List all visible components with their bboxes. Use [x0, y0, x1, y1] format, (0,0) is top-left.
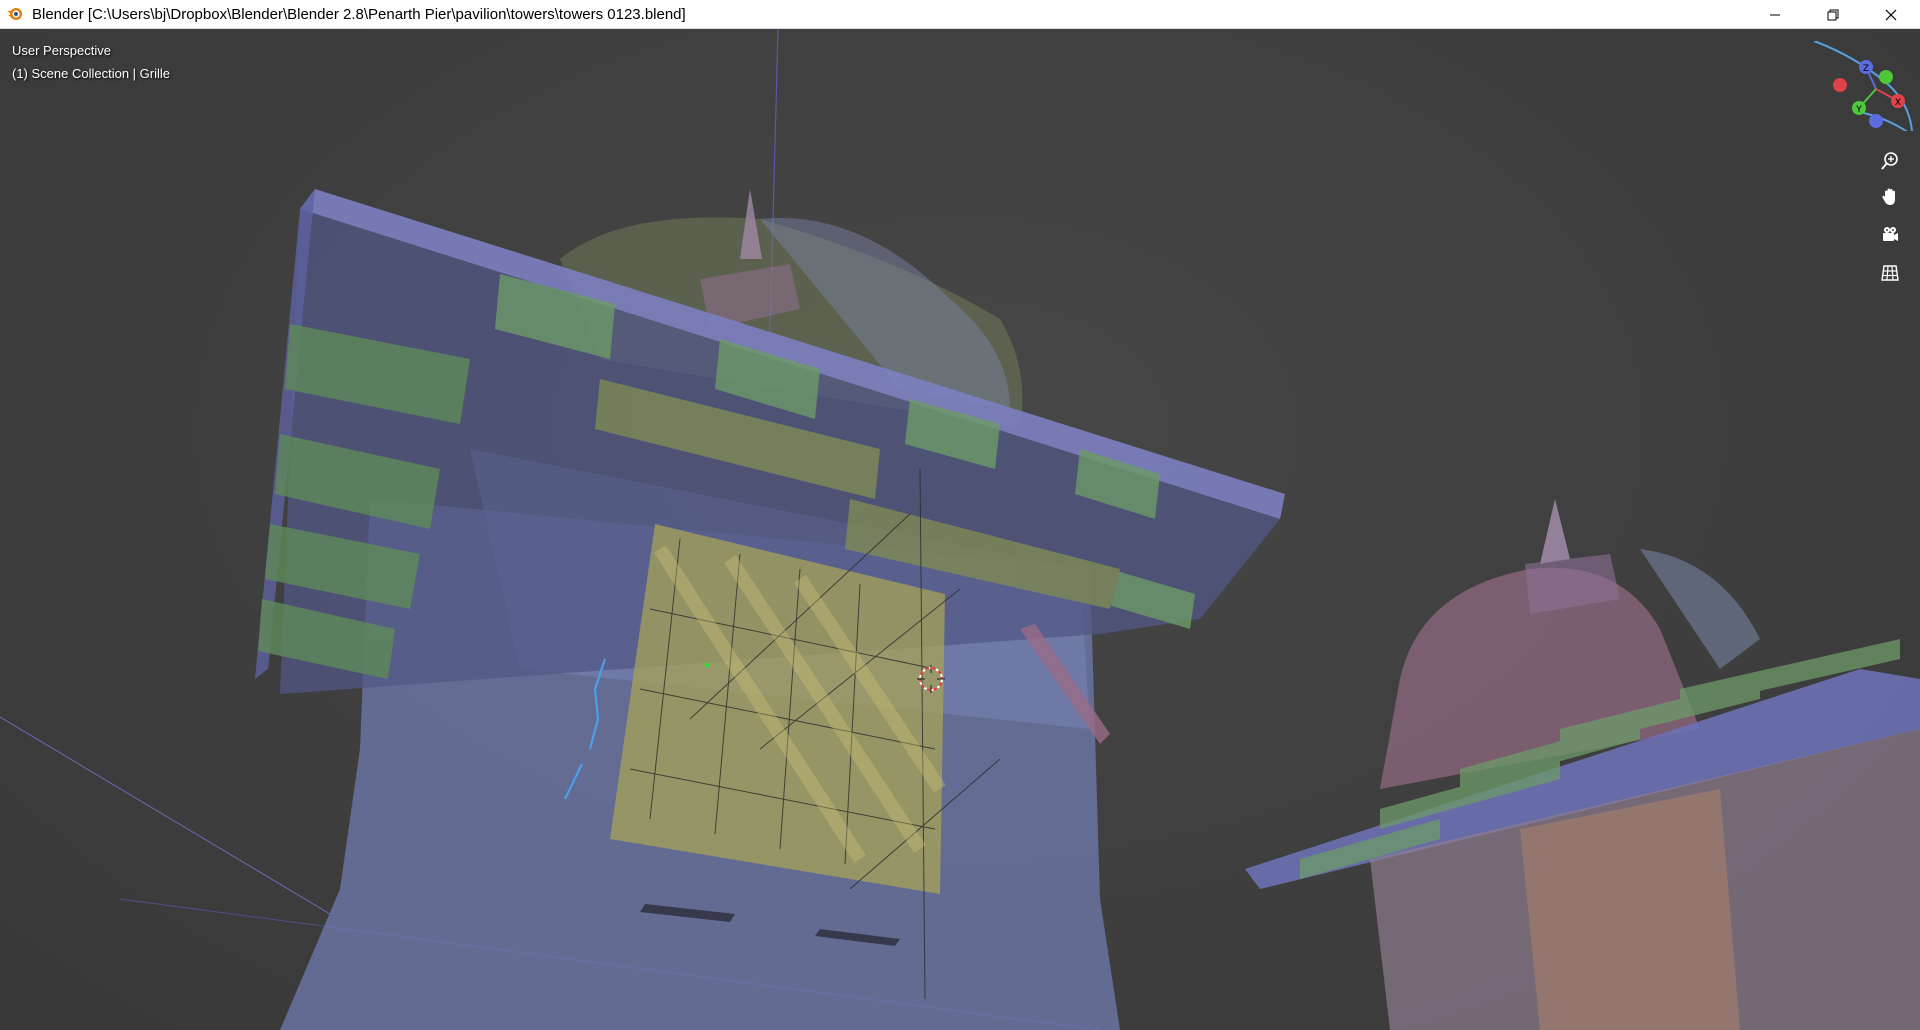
view-name-label: User Perspective — [12, 43, 111, 58]
zoom-button[interactable] — [1876, 147, 1904, 175]
gizmo-annotation-stroke — [1813, 40, 1913, 132]
gizmo-y-label: Y — [1855, 105, 1862, 115]
pan-hand-icon — [1882, 188, 1895, 205]
window-title: Blender [C:\Users\bj\Dropbox\Blender\Ble… — [32, 5, 686, 23]
minimize-button[interactable] — [1746, 0, 1804, 29]
gizmo-x-label: X — [1895, 98, 1901, 108]
blender-logo-icon — [6, 5, 24, 23]
navigation-gizmo[interactable]: Z X Y — [1813, 40, 1914, 134]
ortho-grid-icon — [1881, 265, 1899, 281]
3d-viewport[interactable]: User Perspective (1) Scene Collection | … — [0, 29, 1920, 1030]
gizmo-neg-y-axis[interactable] — [1879, 70, 1893, 84]
zoom-icon — [1881, 152, 1898, 170]
left-tower — [255, 189, 1285, 1030]
window-controls — [1746, 0, 1920, 29]
window-titlebar: Blender [C:\Users\bj\Dropbox\Blender\Ble… — [0, 0, 1920, 29]
scene-render — [0, 29, 1920, 1030]
restore-button[interactable] — [1804, 0, 1862, 29]
minimize-icon — [1770, 14, 1780, 15]
restore-icon — [1827, 9, 1839, 20]
pan-button[interactable] — [1876, 183, 1904, 211]
object-origin — [704, 662, 710, 668]
camera-view-button[interactable] — [1876, 221, 1904, 249]
x-axis-line — [0, 716, 331, 915]
close-icon — [1885, 9, 1897, 20]
gizmo-neg-x-axis[interactable] — [1833, 78, 1847, 92]
camera-view-icon — [1883, 227, 1898, 241]
gizmo-neg-z-axis[interactable] — [1869, 114, 1883, 128]
ortho-toggle-button[interactable] — [1876, 259, 1904, 287]
right-tower — [1245, 499, 1920, 1030]
gizmo-z-label: Z — [1863, 64, 1869, 74]
collection-info-label: (1) Scene Collection | Grille — [12, 66, 170, 81]
close-button[interactable] — [1862, 0, 1920, 29]
